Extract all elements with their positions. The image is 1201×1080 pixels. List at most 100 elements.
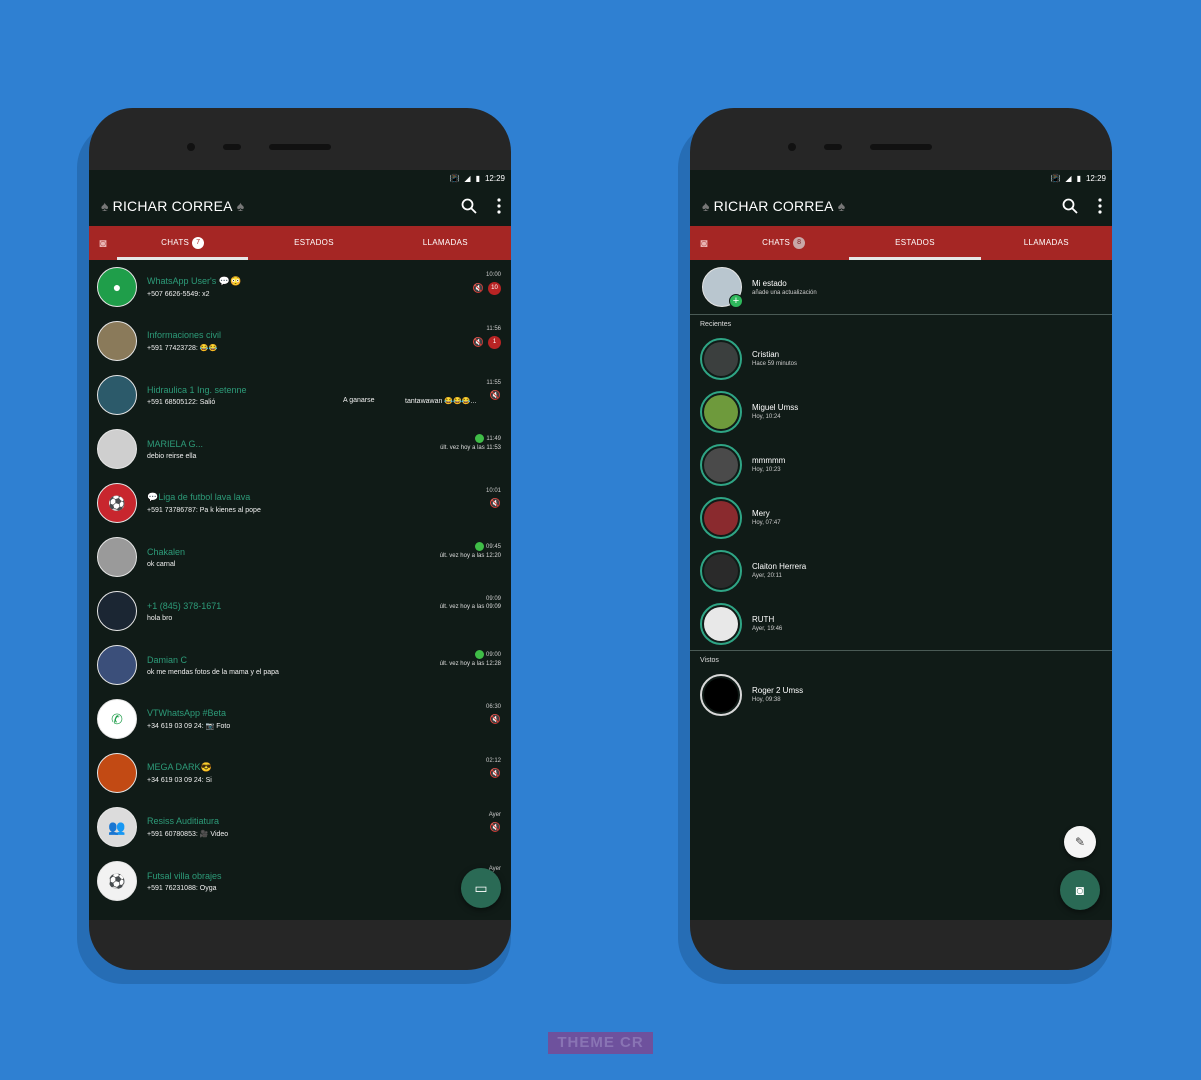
- text-status-fab[interactable]: ✎: [1064, 826, 1096, 858]
- status-ring: [700, 496, 742, 539]
- spade-icon: ♠: [702, 198, 710, 214]
- section-seen-label: Vistos: [700, 657, 719, 664]
- online-dot: [474, 542, 484, 551]
- status-thumbnail: [704, 500, 738, 535]
- muted-icon: 🔇: [472, 337, 484, 347]
- status-contact-name: Miguel Umss: [752, 403, 799, 412]
- spade-icon: ♠: [837, 198, 846, 214]
- status-thumbnail: [704, 553, 738, 588]
- app-bar-actions: [461, 198, 501, 214]
- status-item[interactable]: Roger 2 Umss Hoy, 09:38: [690, 668, 1112, 721]
- status-contact-name: RUTH: [752, 615, 775, 624]
- chat-last-message: ok me mendas fotos de la mama y el papa: [147, 668, 279, 676]
- chat-row[interactable]: 👥 Resiss Auditiatura +591 60780853: 🎥 Vid…: [89, 800, 511, 854]
- vibrate-icon: 📳: [449, 173, 460, 183]
- screen: 📳 ◢ ▮ 12:29 ♠ RICHAR CORREA ♠ ◙ CHATS8: [690, 170, 1112, 920]
- status-item[interactable]: Cristian Hace 59 minutos: [690, 332, 1112, 385]
- watermark-logo: THEME CR: [548, 1032, 653, 1054]
- chat-row[interactable]: ✆ VTWhatsApp #Beta +34 619 03 09 24: 📷 Fo…: [89, 692, 511, 746]
- avatar: [97, 537, 137, 577]
- tab-chats[interactable]: CHATS 8: [718, 226, 849, 260]
- chats-unread-badge: 8: [793, 236, 806, 249]
- tab-llamadas[interactable]: LLAMADAS: [380, 226, 511, 260]
- chat-time: 09:45: [485, 544, 501, 551]
- chat-time: 11:49: [486, 436, 501, 443]
- chat-row[interactable]: Hidraulica 1 Ing. setenne +591 68505122: …: [89, 368, 511, 422]
- screen: 📳 ◢ ▮ 12:29 ♠ RICHAR CORREA ♠ ◙ CHATS7: [89, 170, 511, 920]
- status-thumbnail: [704, 341, 738, 376]
- status-bar: 📳 ◢ ▮ 12:29: [690, 170, 1112, 186]
- status-time: Ayer, 19:46: [752, 626, 783, 632]
- chat-row[interactable]: Damian Cok me mendas fotos de la mama y …: [89, 638, 511, 692]
- app-title-text: RICHAR CORREA: [713, 198, 834, 214]
- status-contact-name: mmmmm: [752, 456, 786, 465]
- chat-row[interactable]: ● WhatsApp User's 💬😳 +507 6626-5549: x2 1…: [89, 260, 511, 314]
- unread-badge: 1: [488, 336, 501, 349]
- search-icon[interactable]: [461, 198, 477, 214]
- chat-row[interactable]: MEGA DARK😎 +34 619 03 09 24: Si 02:12 🔇: [89, 746, 511, 800]
- chat-name: VTWhatsApp #Beta: [147, 708, 227, 718]
- app-title-text: RICHAR CORREA: [112, 198, 233, 214]
- chat-time: 10:01: [485, 488, 501, 494]
- chat-name: Resiss Auditiatura: [147, 816, 220, 826]
- tab-llamadas[interactable]: LLAMADAS: [981, 226, 1112, 260]
- more-options-icon[interactable]: [497, 198, 501, 214]
- section-recent-label: Recientes: [700, 321, 732, 328]
- proximity-sensor: [824, 144, 842, 150]
- chat-row[interactable]: MARIELA G... debio reirse ella 11:49 últ. …: [89, 422, 511, 476]
- chat-row[interactable]: Chakalen ok carnal 09:45 últ. vez hoy a la…: [89, 530, 511, 584]
- chat-row[interactable]: ⚽ 💬Liga de futbol lava lava +591 73786787…: [89, 476, 511, 530]
- status-item[interactable]: Mery Hoy, 07:47: [690, 491, 1112, 544]
- chat-last-message: +591 73786787: Pa k kienes al pope: [147, 507, 261, 514]
- new-chat-fab[interactable]: ▭: [461, 868, 501, 908]
- chat-list: ● WhatsApp User's 💬😳 +507 6626-5549: x2 1…: [89, 260, 511, 908]
- muted-icon: 🔇: [489, 714, 501, 724]
- camera-icon: ◙: [1075, 882, 1085, 898]
- chat-time: 02:12: [485, 758, 501, 764]
- clock: 12:29: [1085, 173, 1106, 183]
- status-item[interactable]: mmmmm Hoy, 10:23: [690, 438, 1112, 491]
- chat-row[interactable]: ⚽ Futsal villa obrajes +591 76231088: Oyg…: [89, 854, 511, 908]
- spade-icon: ♠: [101, 198, 109, 214]
- camera-tab-icon[interactable]: ◙: [690, 236, 718, 250]
- tab-estados[interactable]: ESTADOS: [248, 226, 379, 260]
- my-avatar: +: [702, 267, 743, 308]
- chat-last-message: debio reirse ella: [147, 452, 197, 460]
- chat-time: Ayer: [488, 812, 501, 818]
- message-icon: ▭: [474, 879, 488, 896]
- status-item[interactable]: Miguel Umss Hoy, 10:24: [690, 385, 1112, 438]
- chat-row[interactable]: Informaciones civil +591 77423728: 😂😂 11:…: [89, 314, 511, 368]
- avatar: [97, 753, 137, 793]
- avatar: [97, 429, 137, 469]
- chat-last-message: +591 60780853: 🎥 Video: [147, 831, 229, 838]
- search-icon[interactable]: [1062, 198, 1078, 214]
- chat-row[interactable]: +1 (845) 378-1671 hola bro 09:09 últ. vez …: [89, 584, 511, 638]
- tab-bar: ◙ CHATS 8 ESTADOS LLAMADAS: [690, 226, 1112, 260]
- phone-chats: 📳 ◢ ▮ 12:29 ♠ RICHAR CORREA ♠ ◙ CHATS7: [77, 108, 511, 984]
- status-item[interactable]: Claiton Herrera Ayer, 20:11: [690, 544, 1112, 597]
- chat-last-message: hola bro: [147, 614, 173, 622]
- my-status-row[interactable]: + Mi estado añade una actualización: [690, 260, 1112, 314]
- proximity-sensor: [223, 144, 241, 150]
- last-seen: últ. vez hoy a las 12:20: [439, 553, 501, 559]
- my-status-title: Mi estado: [752, 278, 787, 288]
- online-dot: [474, 650, 484, 659]
- phone-body: 📳 ◢ ▮ 12:29 ♠ RICHAR CORREA ♠ ◙ CHATS7: [89, 108, 511, 970]
- phone-body: 📳 ◢ ▮ 12:29 ♠ RICHAR CORREA ♠ ◙ CHATS8: [690, 108, 1112, 970]
- tab-llamadas-label: LLAMADAS: [1023, 238, 1069, 247]
- chat-name: 💬Liga de futbol lava lava: [147, 492, 251, 502]
- chat-last-message: +507 6626-5549: x2: [147, 291, 210, 298]
- camera-status-fab[interactable]: ◙: [1060, 870, 1100, 910]
- tab-chats[interactable]: CHATS 7: [117, 226, 249, 260]
- top-bezel: [690, 108, 1112, 170]
- bottom-bezel: [89, 920, 511, 970]
- avatar: [97, 591, 137, 631]
- avatar: ⚽: [97, 483, 137, 523]
- tab-estados[interactable]: ESTADOS: [849, 226, 981, 260]
- more-options-icon[interactable]: [1098, 198, 1102, 214]
- pencil-icon: ✎: [1074, 835, 1086, 849]
- camera-tab-icon[interactable]: ◙: [89, 236, 117, 250]
- chat-time: 11:55: [486, 380, 501, 386]
- chats-unread-badge: 7: [192, 236, 205, 249]
- status-item[interactable]: RUTH Ayer, 19:46: [690, 597, 1112, 650]
